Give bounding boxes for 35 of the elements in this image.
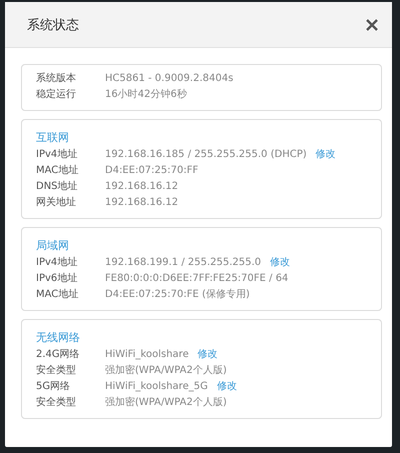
field-value: 强加密(WPA/WPA2个人版) [105, 396, 227, 410]
field-value: 192.168.16.12 [105, 180, 178, 194]
field-value: 16小时42分钟6秒 [105, 88, 187, 102]
field-value: FE80:0:0:0:D6EE:7FF:FE25:70FE / 64 [105, 272, 288, 286]
field-label: 安全类型 [36, 364, 77, 378]
field-label: MAC地址 [36, 164, 80, 178]
field-label: 安全类型 [36, 396, 77, 410]
field-label: IPv6地址 [36, 272, 78, 286]
field-label: IPv4地址 [36, 256, 78, 270]
edit-link[interactable]: 修改 [270, 255, 290, 271]
edit-link[interactable]: 修改 [216, 379, 237, 395]
section-heading: 互联网 [36, 130, 69, 146]
section-heading: 局域网 [36, 238, 69, 254]
edit-link[interactable]: 修改 [316, 147, 336, 163]
close-icon[interactable] [366, 18, 378, 30]
field-value: HiWiFi_koolshare_5G [105, 380, 208, 394]
field-label: IPv4地址 [36, 148, 78, 162]
field-label: 系统版本 [36, 72, 77, 86]
field-label: 5G网络 [36, 380, 72, 394]
field-label: 2.4G网络 [36, 348, 81, 362]
field-label: 网关地址 [36, 196, 77, 210]
field-label: 稳定运行 [36, 88, 77, 102]
dialog-title: 系统状态 [27, 16, 79, 34]
field-value: 192.168.16.185 / 255.255.255.0 (DHCP) [105, 148, 307, 162]
field-value: HiWiFi_koolshare [105, 348, 189, 362]
field-value: 192.168.199.1 / 255.255.255.0 [105, 256, 262, 270]
field-value: 192.168.16.12 [105, 196, 178, 210]
section-heading: 无线网络 [36, 330, 80, 346]
field-value: HC5861 - 0.9009.2.8404s [105, 72, 234, 86]
field-label: MAC地址 [36, 288, 80, 302]
field-label: DNS地址 [36, 180, 79, 194]
field-value: D4:EE:07:25:70:FE (保修专用) [105, 288, 250, 302]
edit-link[interactable]: 修改 [198, 347, 218, 363]
field-value: D4:EE:07:25:70:FF [105, 164, 198, 178]
field-value: 强加密(WPA/WPA2个人版) [105, 364, 227, 378]
